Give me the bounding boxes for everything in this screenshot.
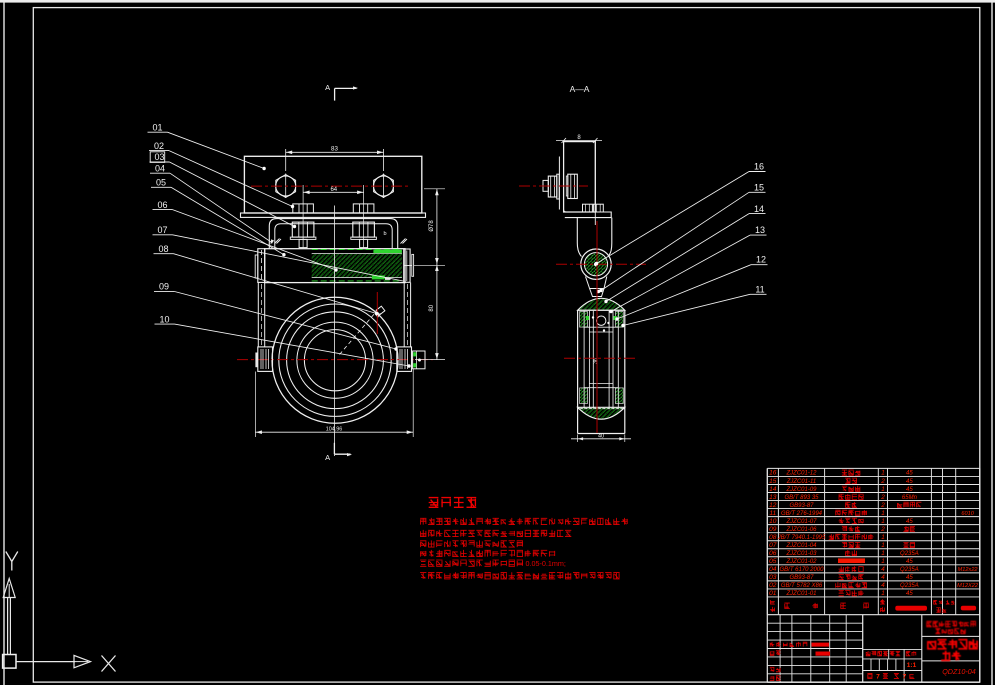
svg-text:04: 04 <box>769 566 777 573</box>
svg-text:16: 16 <box>769 470 777 477</box>
svg-text:13: 13 <box>769 494 777 501</box>
svg-text:2: 2 <box>880 494 885 501</box>
svg-text:13: 13 <box>755 225 765 235</box>
svg-text:M12X22: M12X22 <box>957 583 979 589</box>
svg-text:ZJZC01-09: ZJZC01-09 <box>785 487 817 493</box>
svg-text:4: 4 <box>881 582 885 589</box>
svg-text:16: 16 <box>754 162 764 172</box>
svg-text:45: 45 <box>906 591 913 597</box>
svg-text:02: 02 <box>154 141 164 151</box>
svg-text:1:1: 1:1 <box>907 662 917 669</box>
svg-text:65Mn: 65Mn <box>902 495 918 501</box>
svg-text:08: 08 <box>769 534 777 541</box>
svg-text:45: 45 <box>906 487 913 493</box>
svg-text:1: 1 <box>881 510 885 517</box>
svg-text:1: 1 <box>881 470 885 477</box>
svg-text:45: 45 <box>906 479 913 485</box>
svg-text:45: 45 <box>906 559 913 565</box>
svg-text:104.96: 104.96 <box>326 426 343 432</box>
svg-text:1: 1 <box>881 534 885 541</box>
svg-text:09: 09 <box>159 282 169 292</box>
svg-text:45: 45 <box>906 575 913 581</box>
svg-text:06: 06 <box>769 550 777 557</box>
svg-text:80: 80 <box>429 304 435 311</box>
svg-text:04: 04 <box>155 163 165 173</box>
svg-text:2: 2 <box>880 478 885 485</box>
svg-text:08: 08 <box>158 244 168 254</box>
svg-text:ZJZC01-06: ZJZC01-06 <box>785 527 817 533</box>
svg-text:01: 01 <box>769 590 777 597</box>
svg-text:64: 64 <box>330 187 337 193</box>
svg-text:45: 45 <box>906 471 913 477</box>
svg-text:QDZ10-04: QDZ10-04 <box>942 667 976 676</box>
svg-text:01: 01 <box>152 123 162 133</box>
svg-text:ZJZC01-03: ZJZC01-03 <box>785 551 817 557</box>
svg-text:0.05-0.1mm;: 0.05-0.1mm; <box>526 559 566 568</box>
svg-text:7: 7 <box>903 674 907 681</box>
svg-text:ZJZC01-04: ZJZC01-04 <box>785 543 817 549</box>
svg-text:1: 1 <box>881 558 885 565</box>
svg-text:Q235A: Q235A <box>900 567 919 573</box>
svg-text:6010: 6010 <box>961 511 974 517</box>
svg-text:83: 83 <box>331 145 338 152</box>
svg-text:05: 05 <box>156 178 166 188</box>
svg-text:ZJZC01-02: ZJZC01-02 <box>785 559 817 565</box>
svg-text:A: A <box>325 83 330 92</box>
svg-text:11: 11 <box>769 510 776 517</box>
svg-text:03: 03 <box>769 574 777 581</box>
svg-text:03: 03 <box>154 152 164 162</box>
svg-text:GB93-87: GB93-87 <box>789 575 814 581</box>
svg-text:Q235A: Q235A <box>900 583 919 589</box>
svg-text:4: 4 <box>881 574 885 581</box>
svg-text:36: 36 <box>593 358 599 364</box>
svg-text:02: 02 <box>769 582 777 589</box>
svg-text:A—A: A—A <box>570 84 590 94</box>
svg-text:ZJZC01-01: ZJZC01-01 <box>785 591 816 597</box>
svg-text:09: 09 <box>769 526 777 533</box>
svg-text:GB/T 276-1994: GB/T 276-1994 <box>781 511 823 517</box>
svg-text:M12x22: M12x22 <box>958 567 979 573</box>
svg-text:GB93-87: GB93-87 <box>789 503 814 509</box>
svg-text:07: 07 <box>769 542 777 549</box>
svg-text:14: 14 <box>769 486 777 493</box>
svg-text:15: 15 <box>754 182 764 192</box>
svg-text:A: A <box>325 453 330 462</box>
svg-text:10: 10 <box>159 314 169 324</box>
svg-text:12: 12 <box>756 255 766 265</box>
svg-text:ZJZC01-11: ZJZC01-11 <box>786 479 817 485</box>
svg-text:JB/T 7940.1-1995: JB/T 7940.1-1995 <box>777 535 826 541</box>
svg-text:ZJZC01-12: ZJZC01-12 <box>785 471 817 477</box>
svg-text:2: 2 <box>880 526 885 533</box>
svg-text:40: 40 <box>598 433 604 439</box>
svg-text:10: 10 <box>769 518 777 525</box>
svg-text:14: 14 <box>754 204 764 214</box>
svg-text:Q235A: Q235A <box>900 551 919 557</box>
svg-text:4: 4 <box>881 566 885 573</box>
svg-text:2: 2 <box>880 502 885 509</box>
svg-text:1: 1 <box>881 486 885 493</box>
svg-text:05: 05 <box>769 558 777 565</box>
svg-text:GB/T 893 35: GB/T 893 35 <box>784 495 819 501</box>
svg-text:45: 45 <box>906 519 913 525</box>
svg-text:1: 1 <box>881 518 885 525</box>
svg-text:15: 15 <box>769 478 777 485</box>
svg-text:12: 12 <box>769 502 777 509</box>
svg-text:b: b <box>383 231 386 237</box>
svg-text:ZJZC01-07: ZJZC01-07 <box>785 519 817 525</box>
svg-text:1: 1 <box>881 590 885 597</box>
svg-text:GB/T 5782 X86: GB/T 5782 X86 <box>781 583 823 589</box>
svg-text:07: 07 <box>157 225 167 235</box>
svg-text:Ø78: Ø78 <box>429 220 435 232</box>
svg-text:1: 1 <box>881 542 885 549</box>
svg-text:1: 1 <box>881 550 885 557</box>
svg-text:7: 7 <box>876 674 880 681</box>
svg-text:GB/T 6170 2000: GB/T 6170 2000 <box>779 567 824 573</box>
svg-text:06: 06 <box>157 200 167 210</box>
svg-text:11: 11 <box>755 284 764 294</box>
